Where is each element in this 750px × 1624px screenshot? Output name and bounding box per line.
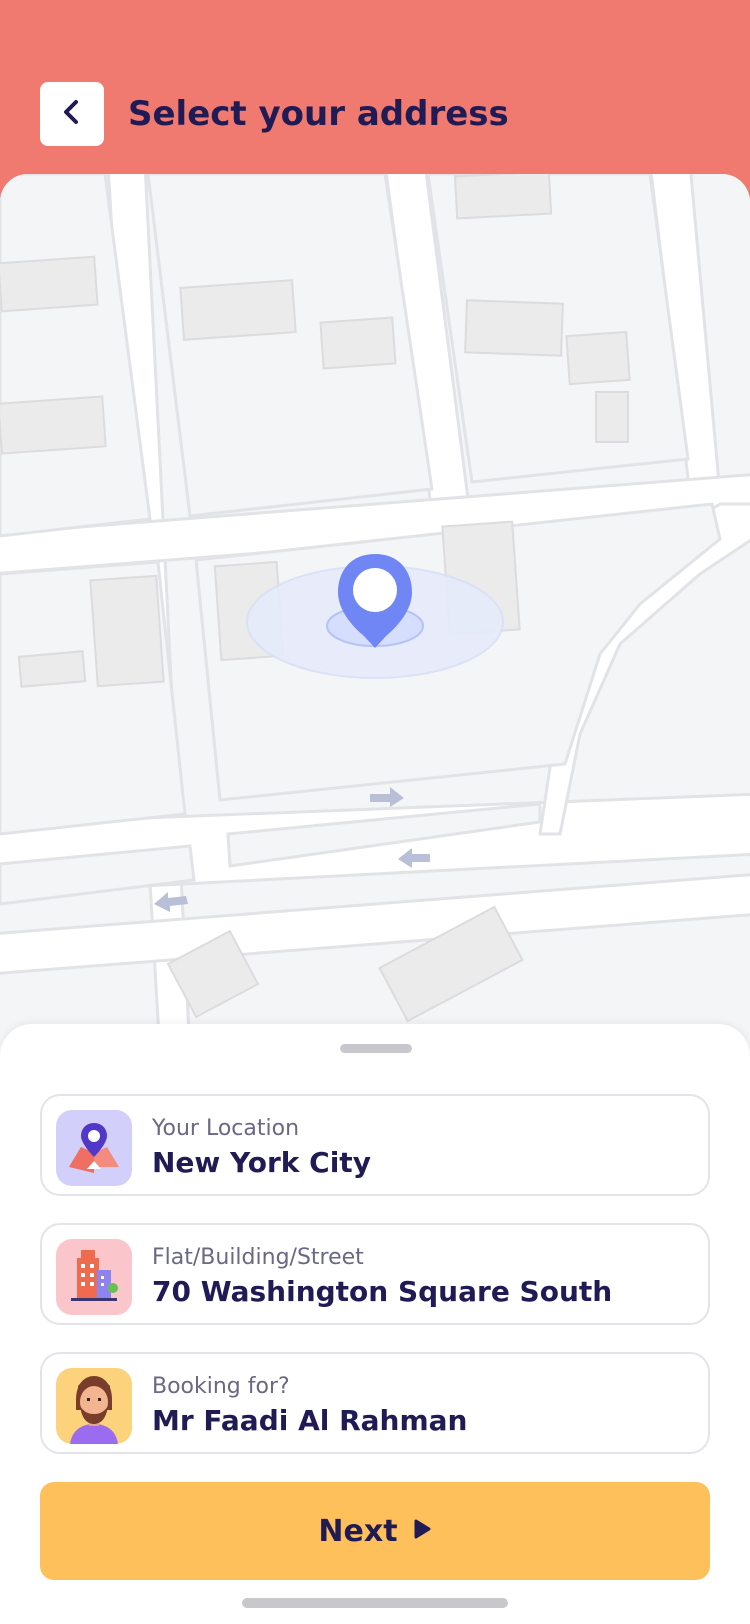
address-sheet: Your Location New York City Flat/Buildin…	[0, 1024, 750, 1624]
booking-for-field[interactable]: Booking for? Mr Faadi Al Rahman	[40, 1352, 710, 1454]
map-view[interactable]	[0, 174, 750, 1054]
next-button-label: Next	[318, 1513, 398, 1549]
address-field[interactable]: Flat/Building/Street 70 Washington Squar…	[40, 1223, 710, 1325]
back-button[interactable]	[40, 82, 104, 146]
location-field[interactable]: Your Location New York City	[40, 1094, 710, 1196]
page-title: Select your address	[128, 94, 509, 134]
building-icon	[56, 1239, 132, 1315]
field-label: Flat/Building/Street	[152, 1245, 364, 1270]
play-arrow-icon	[412, 1518, 432, 1544]
map-canvas	[0, 174, 750, 1054]
field-value: Mr Faadi Al Rahman	[152, 1404, 468, 1437]
map-pin-icon	[56, 1110, 132, 1186]
field-value: New York City	[152, 1146, 371, 1179]
home-indicator	[242, 1598, 508, 1608]
field-label: Booking for?	[152, 1374, 290, 1399]
field-value: 70 Washington Square South	[152, 1275, 613, 1308]
next-button[interactable]: Next	[40, 1482, 710, 1580]
chevron-left-icon	[58, 98, 86, 130]
app-header: Select your address	[0, 0, 750, 200]
avatar-icon	[56, 1368, 132, 1444]
field-label: Your Location	[152, 1116, 300, 1141]
sheet-handle[interactable]	[340, 1044, 412, 1053]
